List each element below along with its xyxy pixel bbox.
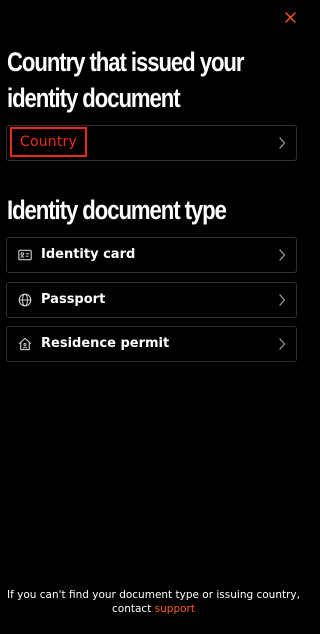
support-link[interactable]: support	[155, 603, 195, 615]
chevron-right-icon	[279, 294, 286, 306]
footer-contact-text: contact	[112, 603, 152, 615]
option-residence-permit-label: Residence permit	[41, 336, 170, 351]
home-icon	[18, 337, 32, 351]
chevron-right-icon	[279, 338, 286, 350]
option-residence-permit[interactable]: Residence permit	[6, 326, 297, 362]
option-passport[interactable]: Passport	[6, 282, 297, 318]
country-selector-label: Country	[19, 134, 78, 150]
chevron-right-icon	[279, 137, 286, 149]
country-selector-highlight: Country	[10, 127, 87, 157]
globe-icon	[18, 293, 32, 307]
close-icon	[284, 11, 296, 23]
footer-text-line2: contact support	[0, 602, 307, 616]
country-heading: Country that issued your identity docume…	[7, 44, 245, 116]
footer-help-text: If you can't find your document type or …	[0, 588, 307, 616]
option-identity-card[interactable]: Identity card	[6, 237, 297, 273]
country-selector[interactable]: Country	[6, 125, 297, 161]
option-passport-label: Passport	[41, 292, 106, 307]
footer-text-line1: If you can't find your document type or …	[7, 589, 300, 601]
option-identity-card-label: Identity card	[41, 247, 136, 262]
country-heading-line1: Country that issued your	[7, 47, 245, 77]
document-type-heading: Identity document type	[7, 195, 227, 225]
chevron-right-icon	[279, 249, 286, 261]
country-heading-line2: identity document	[7, 83, 181, 113]
id-card-icon	[18, 249, 32, 261]
close-button[interactable]	[281, 8, 299, 26]
